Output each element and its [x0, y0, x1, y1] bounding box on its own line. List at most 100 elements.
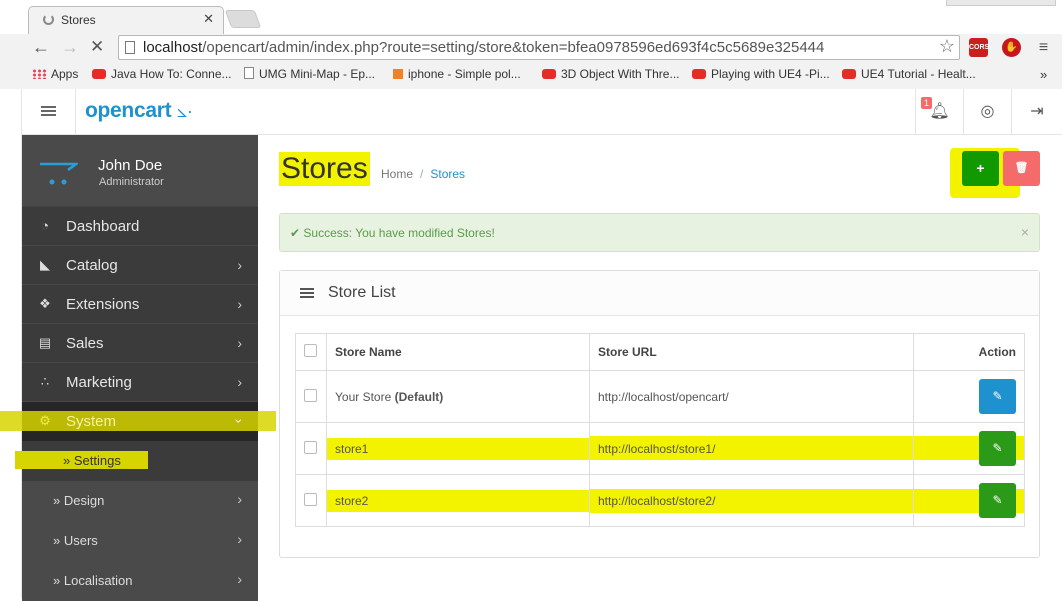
- row-checkbox[interactable]: [304, 388, 317, 402]
- breadcrumb-stores[interactable]: Stores: [430, 167, 465, 181]
- row-checkbox[interactable]: [304, 440, 317, 454]
- user-name: John Doe: [98, 157, 163, 174]
- table-header-row: Store Name Store URL Action: [295, 333, 1025, 371]
- bookmark-item[interactable]: iphone - Simple pol...: [393, 67, 521, 81]
- sign-out-icon: ⇥: [1030, 103, 1044, 120]
- submenu-item-localisation[interactable]: » Localisation ›: [22, 561, 258, 601]
- page-icon: [244, 67, 254, 79]
- store-url: http://localhost/store1/: [598, 441, 716, 456]
- menu-item-catalog[interactable]: ◣ Catalog ›: [22, 246, 258, 285]
- bookmark-item[interactable]: UMG Mini-Map - Ep...: [244, 67, 375, 81]
- panel-heading: Store List: [280, 271, 1039, 316]
- store-name: Your Store: [335, 389, 392, 404]
- page-title: Stores: [279, 152, 370, 186]
- sidebar: John Doe Administrator ◔ Dashboard ◣ Cat…: [0, 135, 276, 601]
- bookmark-item[interactable]: 3D Object With Thre...: [542, 67, 679, 81]
- notification-badge: 1: [921, 97, 933, 109]
- apps-icon: [32, 69, 46, 79]
- list-icon: [300, 288, 314, 298]
- trash-icon: 🗑︎: [1014, 162, 1029, 174]
- chrome-menu-icon[interactable]: ≡: [1034, 38, 1053, 57]
- menu-toggle-button[interactable]: [22, 89, 76, 135]
- youtube-icon: [92, 69, 106, 79]
- close-alert-icon[interactable]: ×: [1021, 224, 1029, 240]
- menu-item-system[interactable]: ⚙ System ›: [0, 402, 276, 441]
- add-store-button[interactable]: +: [962, 151, 999, 186]
- table-row: store2 http://localhost/store2/ ✎: [295, 474, 1025, 527]
- adblock-extension-icon[interactable]: ✋: [1002, 38, 1021, 57]
- check-circle-icon: ✔: [290, 226, 301, 240]
- chevron-right-icon: ›: [237, 335, 242, 351]
- url-path: /opencart/admin/index.php?route=setting/…: [202, 39, 825, 56]
- store-url: http://localhost/opencart/: [589, 370, 914, 423]
- cors-extension-icon[interactable]: CORS: [969, 38, 989, 57]
- edit-button[interactable]: ✎: [979, 483, 1016, 518]
- menu-item-extensions[interactable]: ❖ Extensions ›: [22, 285, 258, 324]
- submenu-item-settings[interactable]: » Settings: [15, 441, 258, 481]
- breadcrumb: Home / Stores: [381, 167, 466, 181]
- default-label: (Default): [394, 389, 444, 404]
- bookmarks-bar: Apps Java How To: Conne... UMG Mini-Map …: [0, 63, 1062, 87]
- forward-icon[interactable]: →: [61, 37, 79, 58]
- browser-chrome: Stores ✕ ← → ✕ localhost/opencart/admin/…: [0, 0, 1062, 89]
- user-role: Administrator: [99, 176, 164, 188]
- store-list-panel: Store List Store Name Store URL Action Y…: [279, 270, 1040, 558]
- bookmark-item[interactable]: Java How To: Conne...: [92, 67, 232, 81]
- stop-loading-icon[interactable]: ✕: [90, 37, 104, 57]
- select-all-checkbox[interactable]: [304, 344, 317, 357]
- address-bar[interactable]: localhost/opencart/admin/index.php?route…: [118, 35, 960, 60]
- store-name: store2: [335, 493, 369, 508]
- notifications-button[interactable]: 🔔︎: [915, 89, 963, 135]
- cog-icon: ⚙: [39, 413, 51, 428]
- chevron-right-icon: ›: [237, 571, 242, 587]
- close-tab-icon[interactable]: ✕: [203, 11, 214, 27]
- double-chevron-icon: »: [53, 493, 61, 508]
- store-table: Store Name Store URL Action Your Store (…: [295, 333, 1025, 527]
- tab-title: Stores: [61, 13, 96, 27]
- edit-button[interactable]: ✎: [979, 431, 1016, 466]
- pencil-icon: ✎: [992, 389, 1003, 403]
- bookmark-item[interactable]: UE4 Tutorial - Healt...: [842, 67, 976, 81]
- logout-button[interactable]: ⇥: [1011, 89, 1062, 135]
- column-header-store-url[interactable]: Store URL: [589, 333, 914, 371]
- more-bookmarks-button[interactable]: »: [1040, 67, 1047, 82]
- menu-item-sales[interactable]: ▤ Sales ›: [22, 324, 258, 363]
- back-icon[interactable]: ←: [32, 37, 50, 58]
- edit-button[interactable]: ✎: [979, 379, 1016, 414]
- tab-strip: Stores ✕: [0, 0, 1062, 34]
- new-tab-button[interactable]: [224, 10, 262, 28]
- youtube-icon: [692, 69, 706, 79]
- row-checkbox[interactable]: [304, 492, 317, 506]
- cart-icon: ▤: [38, 335, 52, 350]
- user-profile[interactable]: John Doe Administrator: [22, 135, 258, 207]
- loading-spinner-icon: [43, 14, 54, 25]
- bookmark-item[interactable]: Playing with UE4 -Pi...: [692, 67, 830, 81]
- breadcrumb-home[interactable]: Home: [381, 167, 413, 181]
- menu-item-marketing[interactable]: ∴ Marketing ›: [22, 363, 258, 402]
- column-header-store-name[interactable]: Store Name: [326, 333, 590, 371]
- store-url: http://localhost/store2/: [598, 493, 716, 508]
- window-controls[interactable]: [946, 0, 1056, 6]
- table-row: Your Store (Default) http://localhost/op…: [295, 370, 1025, 423]
- opencart-avatar-icon: [40, 162, 78, 185]
- browser-tab[interactable]: Stores ✕: [28, 6, 224, 34]
- share-icon: ∴: [40, 374, 50, 389]
- table-row: store1 http://localhost/store1/ ✎: [295, 422, 1025, 475]
- chevron-right-icon: ›: [237, 531, 242, 547]
- opencart-logo[interactable]: opencart ⦣·: [85, 99, 193, 123]
- submenu-item-design[interactable]: » Design ›: [22, 481, 258, 521]
- bookmark-item[interactable]: Apps: [32, 67, 78, 81]
- delete-button[interactable]: 🗑︎: [1003, 151, 1040, 186]
- chevron-right-icon: ›: [237, 296, 242, 312]
- store-name: store1: [335, 441, 369, 456]
- chevron-right-icon: ›: [237, 374, 242, 390]
- submenu-item-users[interactable]: » Users ›: [22, 521, 258, 561]
- success-alert: ✔ Success: You have modified Stores! ×: [279, 213, 1040, 252]
- stackoverflow-icon: [393, 69, 403, 79]
- bookmark-star-icon[interactable]: ☆: [939, 36, 955, 57]
- help-button[interactable]: ◎: [963, 89, 1011, 135]
- page-info-icon[interactable]: [125, 41, 135, 54]
- life-ring-icon: ◎: [980, 103, 995, 120]
- menu-item-dashboard[interactable]: ◔ Dashboard: [22, 207, 258, 246]
- cart-logo-icon: ⦣·: [176, 101, 193, 121]
